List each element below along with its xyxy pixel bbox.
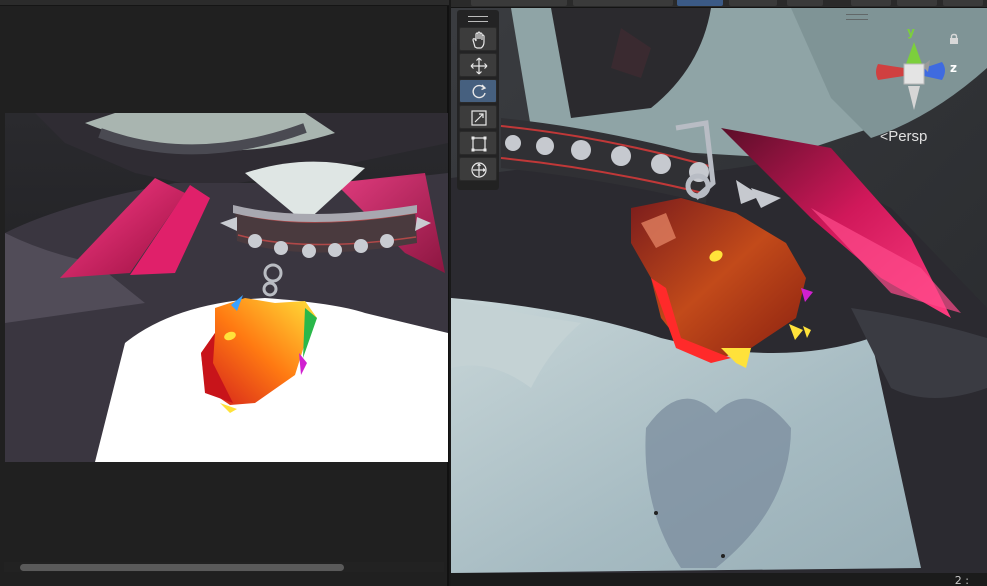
scene-view-toolbar: [451, 0, 987, 8]
scene-view-status-bar: [451, 573, 987, 586]
rotate-tool-button[interactable]: [459, 79, 497, 103]
axis-x-cone[interactable]: [876, 64, 904, 80]
unity-editor: 2 : y z <Persp: [0, 0, 987, 586]
game-view-panel: [0, 0, 449, 586]
projection-label: Persp: [888, 128, 928, 145]
overlay-grip[interactable]: [846, 14, 868, 20]
move-tool-button[interactable]: [459, 53, 497, 77]
rect-transform-icon: [471, 136, 487, 152]
axis-y-label: y: [907, 25, 915, 39]
game-view-toolbar: [0, 0, 449, 6]
axis-y-cone[interactable]: [906, 42, 922, 64]
lock-icon[interactable]: [948, 30, 960, 49]
scale-icon: [471, 110, 487, 126]
projection-toggle[interactable]: <Persp: [880, 128, 927, 145]
rotate-icon: [472, 84, 487, 99]
tools-overlay: [457, 10, 499, 190]
tools-overlay-grip[interactable]: [468, 16, 488, 22]
horizontal-scrollbar-thumb[interactable]: [20, 564, 344, 571]
transform-icon: [471, 162, 487, 178]
hand-tool-button[interactable]: [459, 27, 497, 51]
toolbar-dropdown[interactable]: [471, 0, 567, 6]
scale-tool-button[interactable]: [459, 105, 497, 129]
gizmo-center-cube[interactable]: [903, 63, 925, 85]
hand-icon: [472, 31, 485, 49]
toolbar-toggle[interactable]: [897, 0, 937, 6]
toolbar-dropdown[interactable]: [573, 0, 673, 6]
toolbar-toggle[interactable]: [943, 0, 983, 6]
status-corner-text: 2 :: [954, 574, 969, 586]
toolbar-toggle[interactable]: [677, 0, 723, 6]
axis-z-label: z: [950, 61, 957, 75]
chevron-left-icon: <: [880, 128, 889, 144]
toolbar-toggle[interactable]: [851, 0, 891, 6]
toolbar-toggle[interactable]: [787, 0, 823, 6]
move-icon: [470, 57, 488, 75]
axis-neg-y-cone[interactable]: [908, 86, 920, 110]
transform-tool-button[interactable]: [459, 157, 497, 181]
game-view-render: [5, 113, 448, 462]
rect-tool-button[interactable]: [459, 131, 497, 155]
toolbar-toggle[interactable]: [729, 0, 777, 6]
